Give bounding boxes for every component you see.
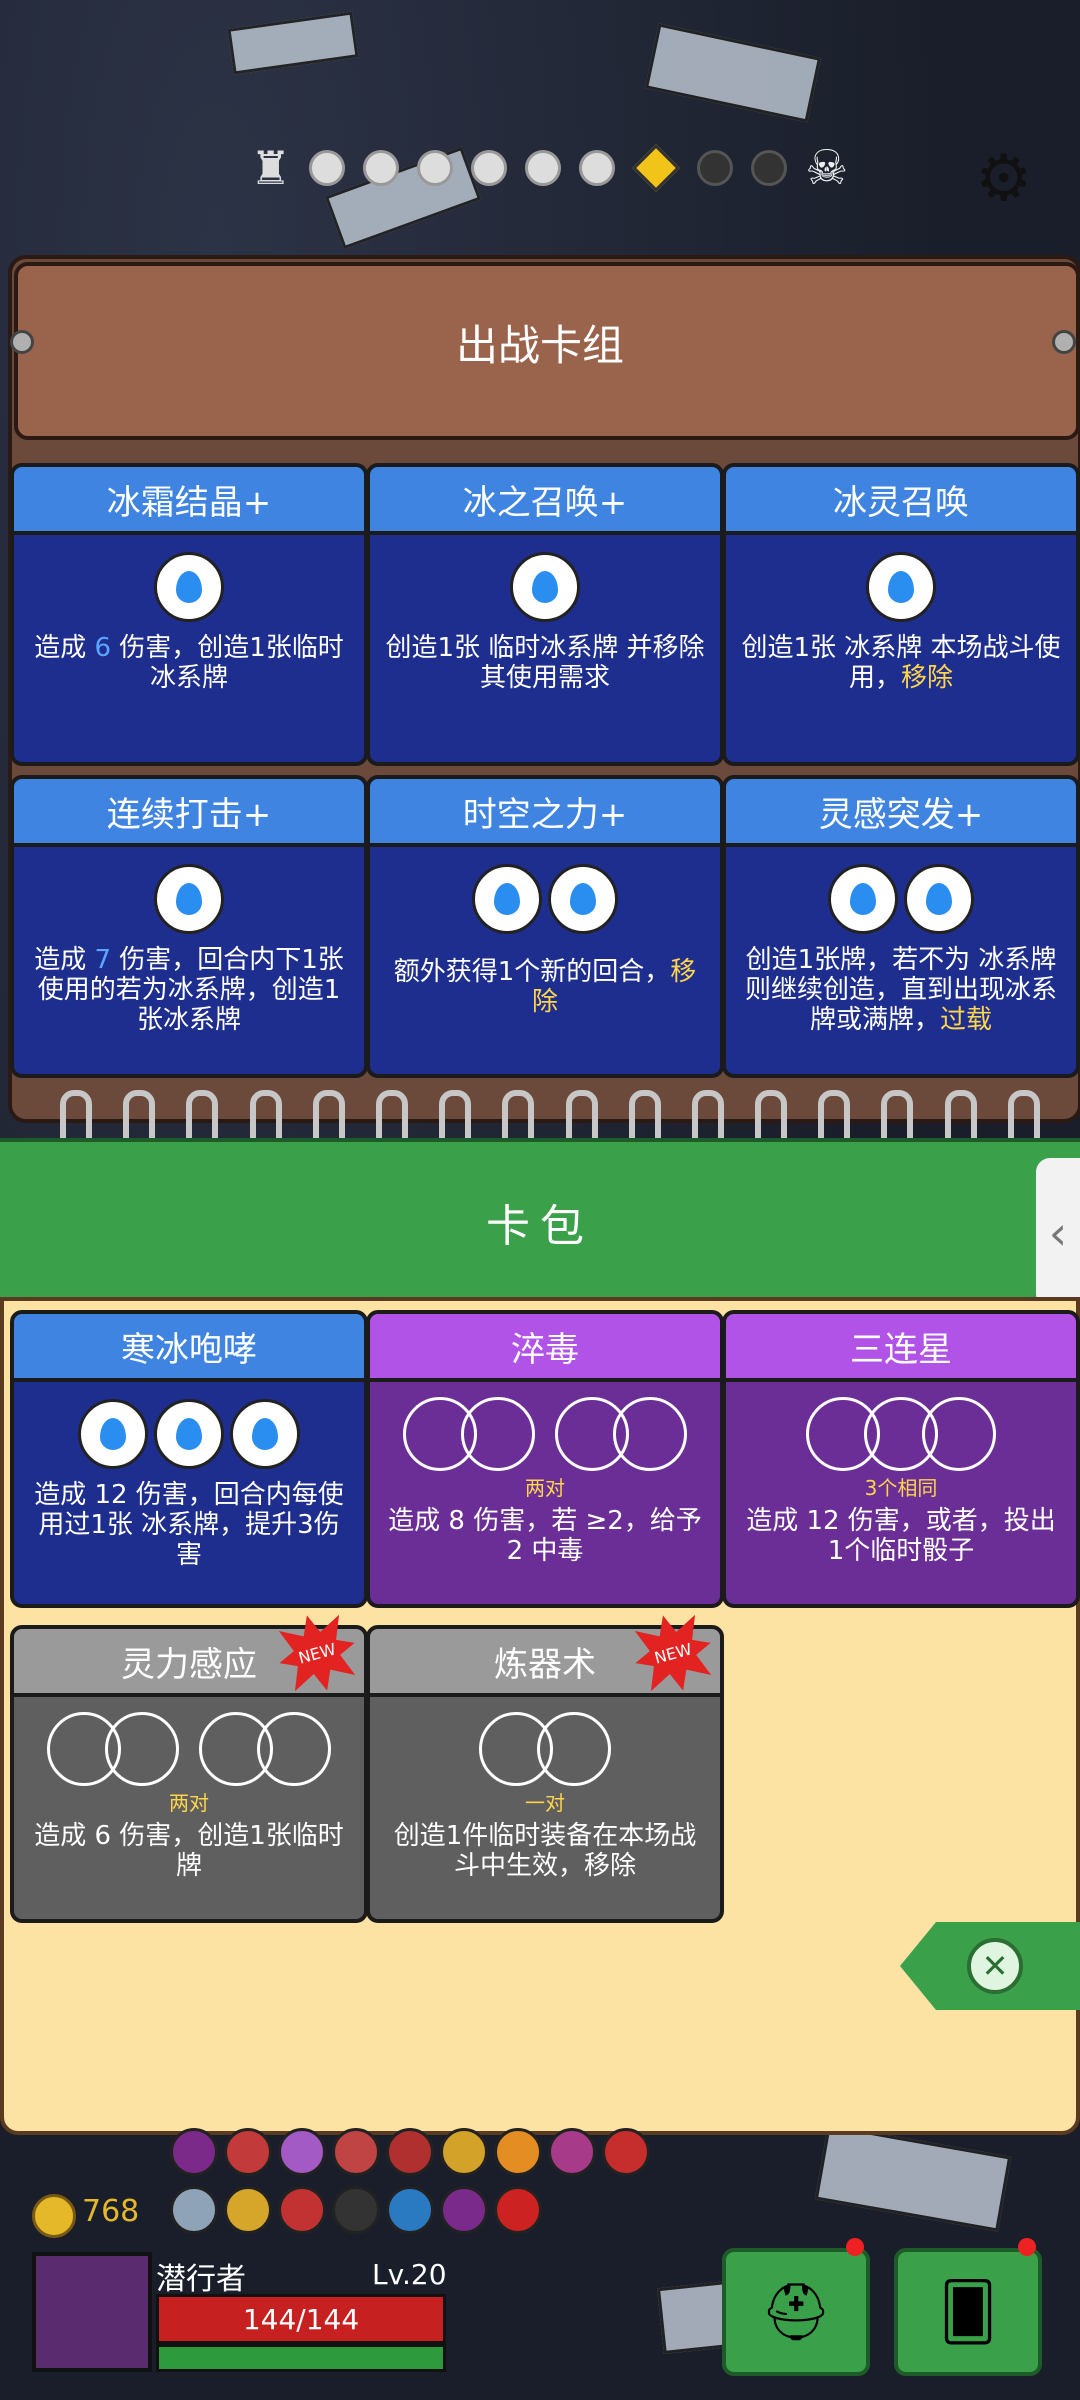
- dice-requirement: 一对: [525, 1791, 565, 1815]
- card-desc: 造成 12 伤害，回合内每使用过1张 冰系牌，提升3伤害: [34, 1480, 344, 1570]
- water-drop-icon: [472, 864, 542, 934]
- dice-requirement: 两对: [525, 1476, 565, 1500]
- deck-card[interactable]: 冰之召唤+ 创造1张 临时冰系牌 并移除其使用需求: [366, 463, 724, 766]
- card-desc: 创造1件临时装备在本场战斗中生效，移除: [393, 1821, 697, 1881]
- notification-badge: [1018, 2238, 1036, 2256]
- card-desc: 创造1张牌，若不为 冰系牌则继续创造，直到出现冰系牌或满牌，过载: [744, 945, 1057, 1035]
- card-name: 时空之力+: [370, 779, 720, 847]
- deck-card[interactable]: 灵感突发+ 创造1张牌，若不为 冰系牌则继续创造，直到出现冰系牌或满牌，过载: [722, 775, 1080, 1078]
- card-desc: 造成 6 伤害，创造1张临时牌: [34, 1821, 344, 1881]
- deck-card[interactable]: 时空之力+ 额外获得1个新的回合，移除: [366, 775, 724, 1078]
- stage-dot: [417, 150, 454, 186]
- stage-dot: [579, 150, 616, 186]
- player-level: Lv.20: [372, 2258, 447, 2291]
- close-circle-icon: ✕: [967, 1938, 1023, 1994]
- card-name: 灵感突发+: [726, 779, 1076, 847]
- relic-tray: [170, 2128, 690, 2238]
- dice-requirement: 两对: [169, 1791, 209, 1815]
- card-name: 冰灵召唤: [726, 467, 1076, 535]
- notification-badge: [846, 2238, 864, 2256]
- card-name: 淬毒: [370, 1314, 720, 1382]
- stage-dot: [697, 150, 734, 186]
- water-drop-icon: [904, 864, 974, 934]
- card-name: 连续打击+: [14, 779, 364, 847]
- avatar[interactable]: [32, 2252, 152, 2372]
- card-desc: 造成 8 伤害，若 ≥2，给予 2 中毒: [388, 1506, 702, 1566]
- deck-card[interactable]: 冰灵召唤 创造1张 冰系牌 本场战斗使用，移除: [722, 463, 1080, 766]
- water-drop-icon: [78, 1399, 148, 1469]
- stage-dot: [363, 150, 400, 186]
- xp-bar: [156, 2344, 446, 2372]
- coin-icon: [32, 2194, 76, 2238]
- chevron-left-icon[interactable]: ‹: [1036, 1158, 1080, 1308]
- coin-count: 768: [82, 2194, 140, 2229]
- current-stage-marker: [632, 143, 681, 193]
- card-name: 冰之召唤+: [370, 467, 720, 535]
- pack-card[interactable]: 寒冰咆哮 造成 12 伤害，回合内每使用过1张 冰系牌，提升3伤害: [10, 1310, 368, 1608]
- card-desc: 造成 7 伤害，回合内下1张使用的若为冰系牌，创造1张冰系牌: [34, 945, 344, 1035]
- gear-icon[interactable]: ⚙: [975, 142, 1032, 216]
- card-desc: 造成 6 伤害，创造1张临时冰系牌: [34, 633, 344, 693]
- water-drop-icon: [154, 1399, 224, 1469]
- stage-progress: ♜ ☠: [250, 128, 848, 208]
- water-drop-icon: [510, 552, 580, 622]
- close-button[interactable]: ✕: [900, 1922, 1080, 2010]
- card-desc: 额外获得1个新的回合，移除: [393, 957, 697, 1017]
- deck-card[interactable]: 冰霜结晶+ 造成 6 伤害，创造1张临时冰系牌: [10, 463, 368, 766]
- stage-dot: [751, 150, 788, 186]
- deck-card[interactable]: 连续打击+ 造成 7 伤害，回合内下1张使用的若为冰系牌，创造1张冰系牌: [10, 775, 368, 1078]
- card-desc: 创造1张 临时冰系牌 并移除其使用需求: [385, 633, 705, 693]
- stage-dot: [525, 150, 562, 186]
- castle-icon: ♜: [250, 141, 292, 195]
- card-desc: 造成 12 伤害，或者，投出1个临时骰子: [746, 1506, 1056, 1566]
- card-desc: 创造1张 冰系牌 本场战斗使用，移除: [741, 633, 1061, 693]
- stage-dot: [309, 150, 346, 186]
- player-name: 潜行者: [156, 2262, 246, 2297]
- card-name: 冰霜结晶+: [14, 467, 364, 535]
- equipment-button[interactable]: ⛑: [722, 2248, 870, 2376]
- water-drop-icon: [154, 552, 224, 622]
- stage-dot: [471, 150, 508, 186]
- water-drop-icon: [548, 864, 618, 934]
- deck-button[interactable]: 🂠: [894, 2248, 1042, 2376]
- deck-title: 出战卡组: [455, 321, 624, 370]
- dice-requirement: 3个相同: [864, 1476, 938, 1500]
- card-name: 寒冰咆哮: [14, 1314, 364, 1382]
- pack-card[interactable]: 淬毒 两对 造成 8 伤害，若 ≥2，给予 2 中毒: [366, 1310, 724, 1608]
- water-drop-icon: [230, 1399, 300, 1469]
- water-drop-icon: [866, 552, 936, 622]
- hp-bar: 144/144: [156, 2294, 446, 2344]
- card-name: 三连星: [726, 1314, 1076, 1382]
- boss-skull-icon: ☠: [805, 140, 849, 196]
- water-drop-icon: [154, 864, 224, 934]
- water-drop-icon: [828, 864, 898, 934]
- pack-title: 卡包: [486, 1201, 594, 1252]
- pack-card[interactable]: 三连星 3个相同 造成 12 伤害，或者，投出1个临时骰子: [722, 1310, 1080, 1608]
